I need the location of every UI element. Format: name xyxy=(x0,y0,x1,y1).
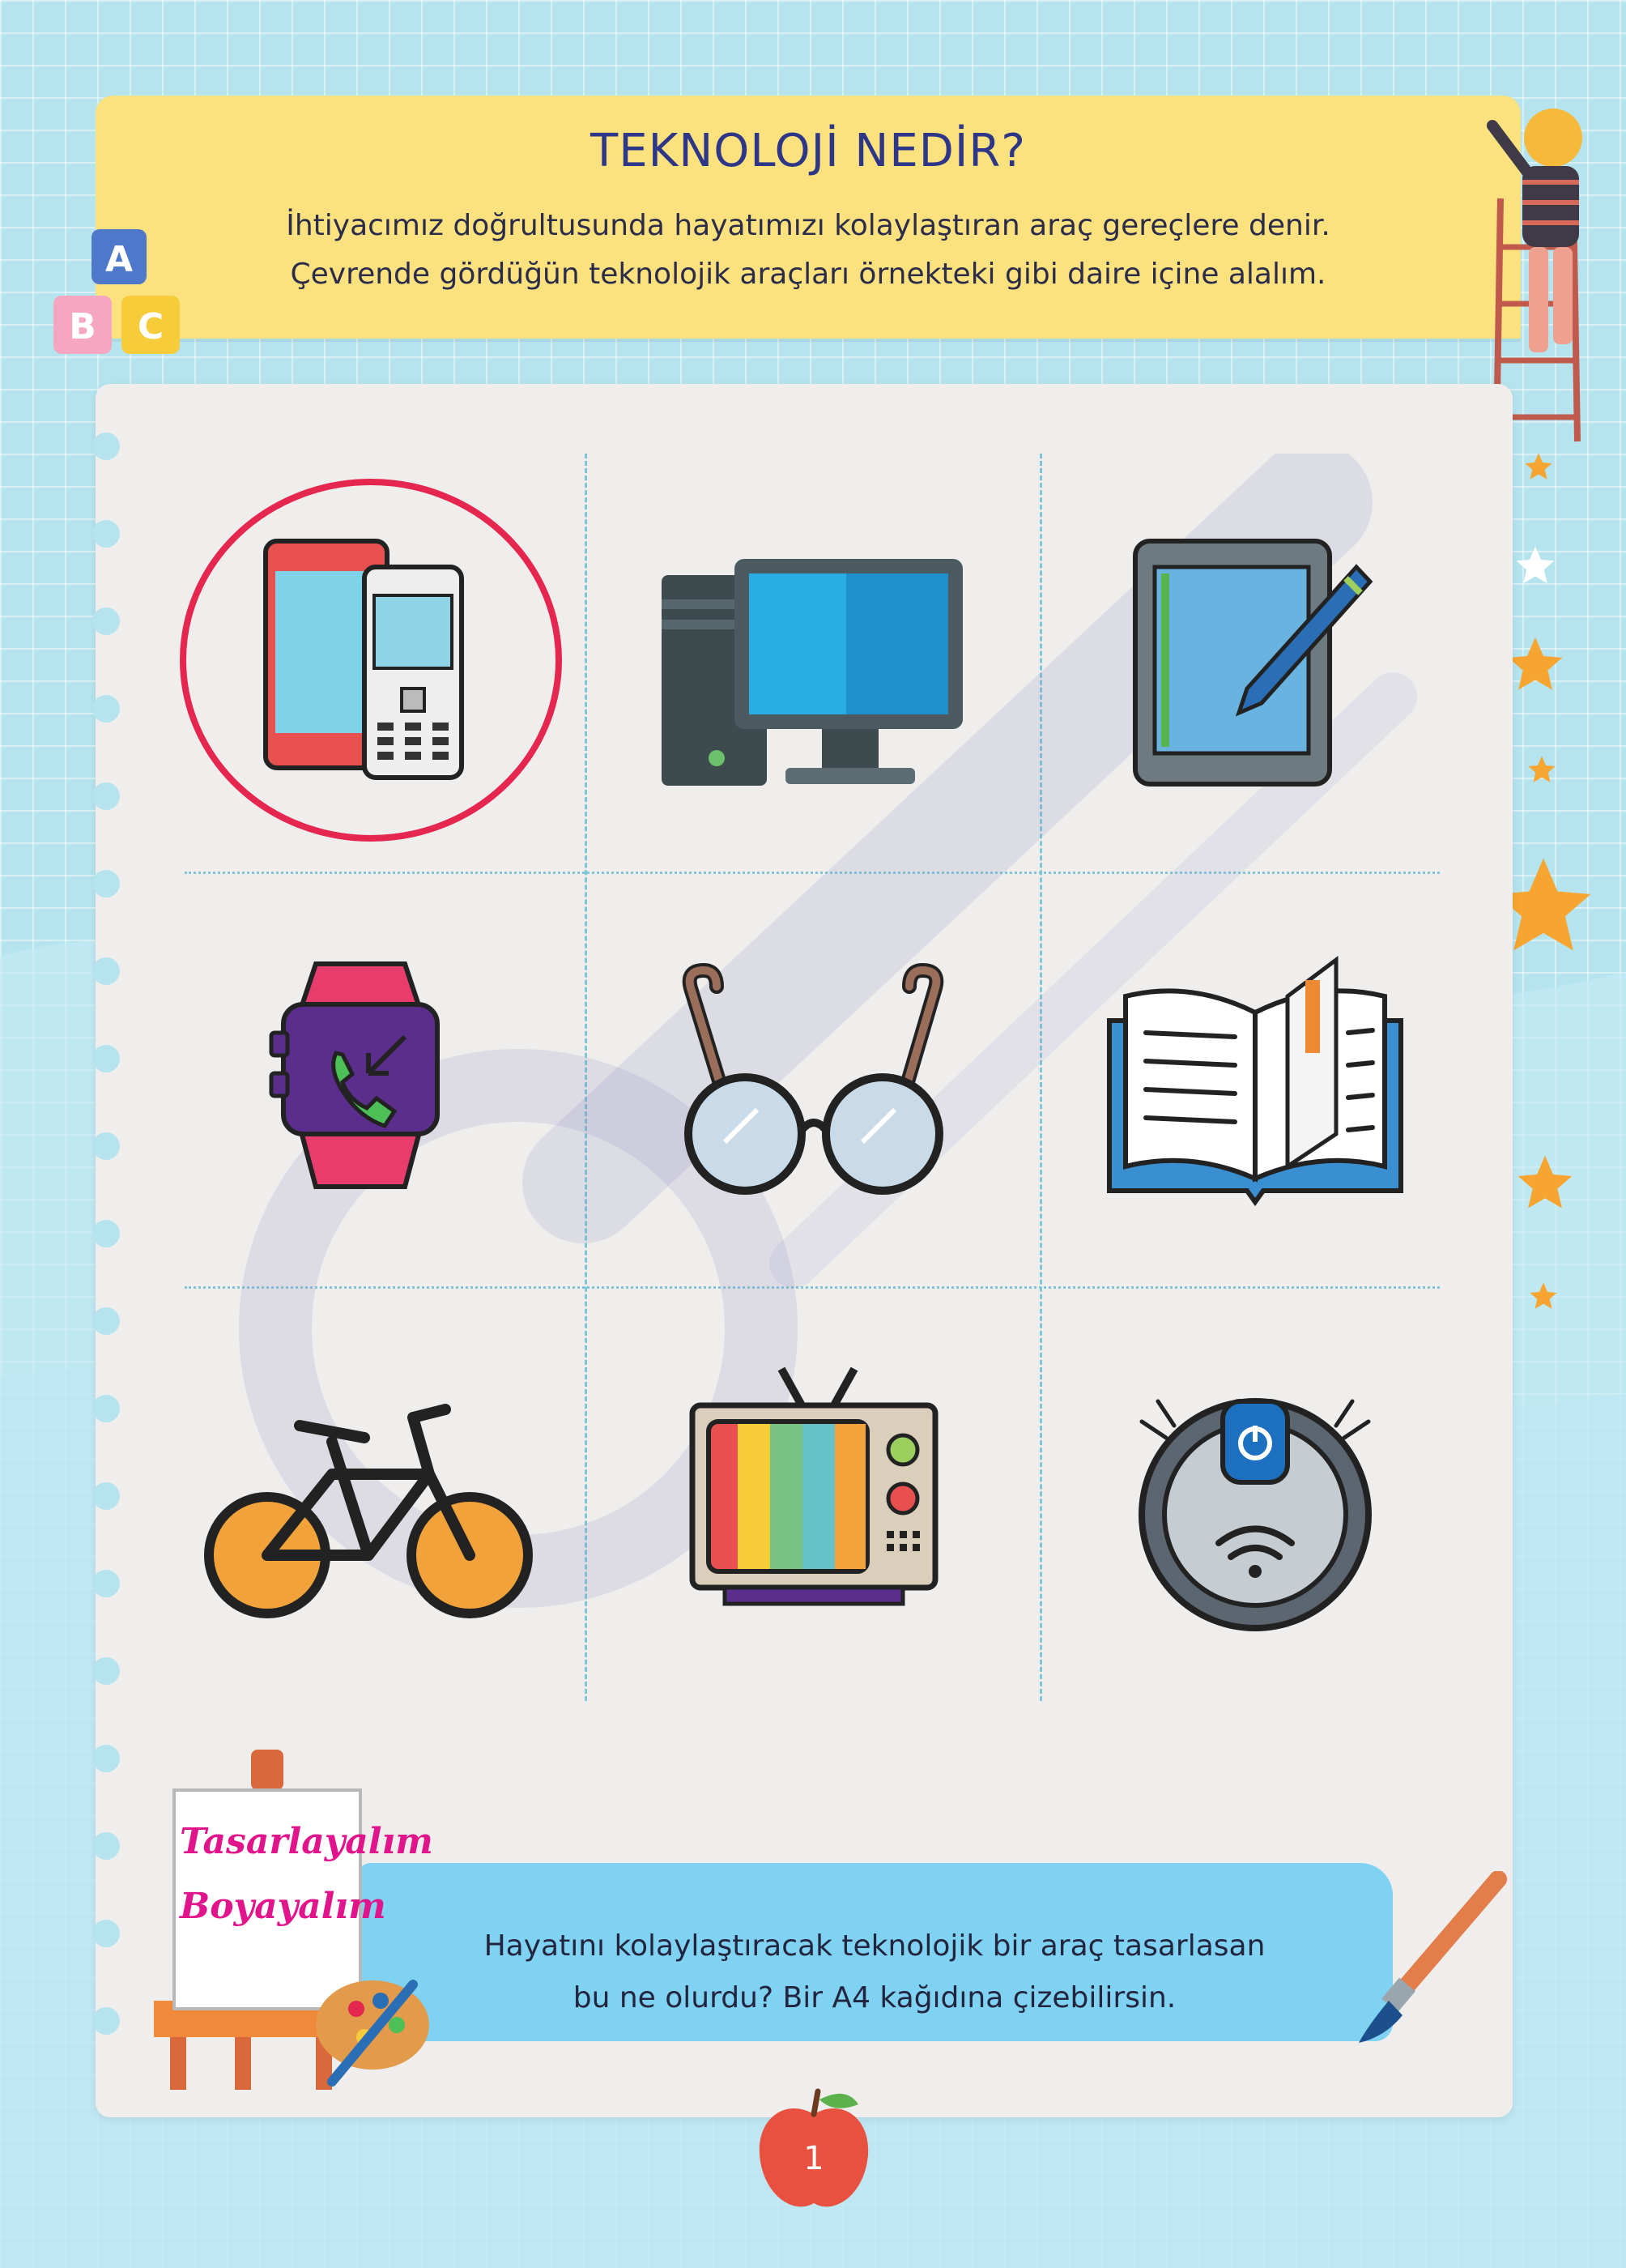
item-smartwatch[interactable] xyxy=(162,875,583,1264)
easel-illustration: Tasarlayalım Boyayalım xyxy=(138,1742,433,2090)
smartwatch-icon xyxy=(269,961,440,1189)
desktop-computer-icon xyxy=(662,559,963,786)
binder-hole xyxy=(92,695,120,723)
item-graphics-tablet[interactable] xyxy=(1045,454,1466,842)
item-desktop-computer[interactable] xyxy=(603,454,1024,842)
instruction-text: Çevrende gördüğün teknolojik araçları ör… xyxy=(290,258,1326,291)
binder-hole xyxy=(92,1920,120,1947)
block-letter-a: A xyxy=(105,239,133,280)
binder-hole xyxy=(92,1132,120,1160)
binder-hole xyxy=(92,1395,120,1422)
binder-hole xyxy=(92,1657,120,1685)
robot-vacuum-icon xyxy=(1139,1398,1372,1631)
binder-hole xyxy=(92,1482,120,1510)
easel-word-design: Tasarlayalım xyxy=(180,1821,433,1862)
binder-hole xyxy=(92,433,120,460)
binder-hole xyxy=(92,1307,120,1335)
star-icon xyxy=(1508,637,1563,690)
header-banner: TEKNOLOJİ NEDİR? İhtiyacımız doğrultusun… xyxy=(96,96,1521,339)
star-icon xyxy=(1516,546,1555,584)
binder-hole xyxy=(92,782,120,810)
item-mobile-phones[interactable] xyxy=(162,454,583,842)
star-icon xyxy=(1517,1155,1573,1209)
item-robot-vacuum[interactable] xyxy=(1045,1296,1466,1685)
block-letter-b: B xyxy=(69,306,96,347)
block-letter-c: C xyxy=(138,306,164,347)
binder-hole xyxy=(92,608,120,635)
graphics-tablet-icon xyxy=(1133,539,1373,787)
grid-divider xyxy=(585,454,587,1701)
page-number-apple: 1 xyxy=(745,2082,883,2219)
grid-divider xyxy=(185,872,1440,874)
bicycle-icon xyxy=(204,1404,533,1618)
binder-hole xyxy=(92,1570,120,1597)
item-bicycle[interactable] xyxy=(162,1296,583,1685)
binder-hole xyxy=(92,1832,120,1860)
eyeglasses-icon xyxy=(682,962,944,1195)
binder-hole xyxy=(92,870,120,897)
binder-hole xyxy=(92,1745,120,1772)
activity-text-line2: bu ne olurdu? Bir A4 kağıdına çizebilirs… xyxy=(573,1981,1177,2014)
star-icon xyxy=(1530,1282,1557,1309)
page-number: 1 xyxy=(803,2140,824,2177)
item-television[interactable] xyxy=(603,1296,1024,1685)
easel-word-paint: Boyayalım xyxy=(180,1886,386,1927)
binder-hole xyxy=(92,957,120,985)
grid-divider xyxy=(185,1286,1440,1289)
binder-hole xyxy=(92,1045,120,1072)
paintbrush-icon xyxy=(1359,1871,1507,2043)
binder-hole xyxy=(92,2007,120,2035)
binder-hole xyxy=(92,520,120,548)
television-icon xyxy=(689,1366,939,1606)
item-open-book[interactable] xyxy=(1045,875,1466,1264)
mobile-phones-icon xyxy=(180,479,562,842)
activity-text-line1: Hayatını kolaylaştıracak teknolojik bir … xyxy=(483,1929,1266,1963)
star-icon xyxy=(1528,756,1556,782)
abc-blocks-icon: A B C xyxy=(53,229,180,354)
grid-divider xyxy=(1040,454,1042,1701)
open-book-icon xyxy=(1107,956,1403,1207)
item-eyeglasses[interactable] xyxy=(603,875,1024,1264)
definition-text: İhtiyacımız doğrultusunda hayatımızı kol… xyxy=(286,209,1330,242)
page-title: TEKNOLOJİ NEDİR? xyxy=(590,125,1026,177)
binder-hole xyxy=(92,1220,120,1247)
star-icon xyxy=(1525,453,1552,480)
